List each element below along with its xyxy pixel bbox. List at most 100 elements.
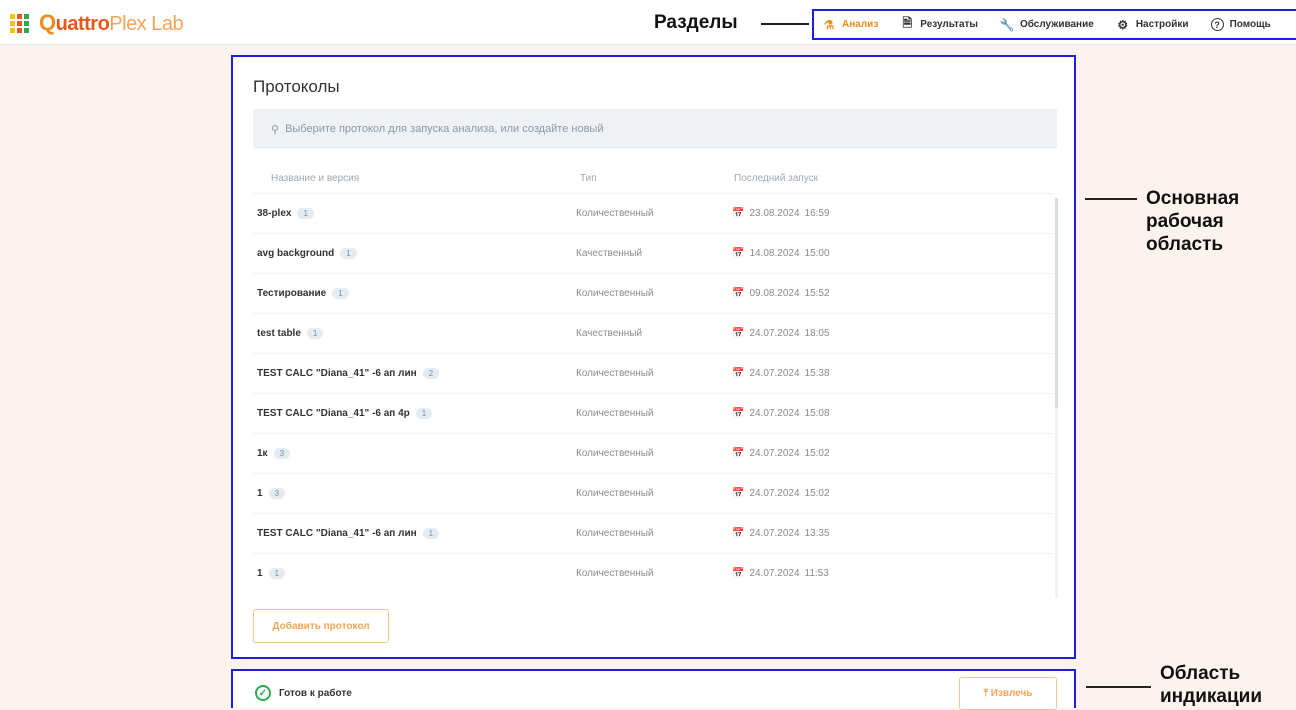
flask-icon: ⚗ bbox=[823, 17, 835, 32]
protocol-name: avg background bbox=[257, 248, 335, 259]
protocol-name: TEST CALC "Diana_41" -6 ап лин bbox=[257, 528, 417, 539]
version-badge: 3 bbox=[273, 448, 291, 459]
annotation-workspace-line1: Основная bbox=[1146, 188, 1240, 209]
column-header-name: Название и версия bbox=[271, 173, 360, 184]
nav-item-label: Настройки bbox=[1135, 19, 1189, 30]
check-circle-icon: ✓ bbox=[255, 685, 271, 701]
logo-grid-cell bbox=[10, 27, 15, 33]
version-badge: 1 bbox=[306, 328, 324, 339]
protocol-name-cell: 13 bbox=[257, 488, 286, 499]
annotation-sections: Разделы bbox=[654, 12, 738, 33]
last-run-time: 15:52 bbox=[804, 288, 830, 299]
protocol-name: 38-plex bbox=[257, 208, 292, 219]
nav-item-label: Результаты bbox=[920, 19, 978, 30]
annotation-indication-line2: индикации bbox=[1160, 686, 1263, 707]
table-row[interactable]: TEST CALC "Diana_41" -6 ап лин 2 Количеств… bbox=[253, 353, 1053, 394]
protocol-name-cell: Тестирование 1 bbox=[257, 288, 349, 299]
table-row[interactable]: Тестирование 1 Количественный 📅 09.08.2024 15… bbox=[253, 273, 1053, 314]
protocol-type: Количественный bbox=[576, 208, 654, 219]
hint-text: Выберите протокол для запуска анализа, и… bbox=[285, 123, 604, 135]
annotation-indication: Область индикации bbox=[1160, 662, 1262, 708]
protocol-name-cell: 11 bbox=[257, 568, 286, 579]
logo-text: QuattroPlex Lab bbox=[39, 10, 184, 35]
version-badge: 3 bbox=[268, 488, 286, 499]
annotation-indication-line1: Область bbox=[1160, 663, 1241, 684]
logo-grid-cell bbox=[10, 13, 15, 19]
table-row[interactable]: avg background 1 Качественный 📅 14.08.2024 15… bbox=[253, 233, 1053, 274]
table-row[interactable]: TEST CALC "Diana_41" -6 ап лин 1 Количеств… bbox=[253, 513, 1053, 554]
status-panel: ✓ Готов к работе ⤒ Извлечь bbox=[231, 669, 1076, 710]
nav-item-3[interactable]: ⚙ Настройки bbox=[1116, 18, 1189, 32]
protocol-name-cell: TEST CALC "Diana_41" -6 ап лин 1 bbox=[257, 528, 440, 539]
last-run-time: 16:59 bbox=[804, 208, 830, 219]
last-run-cell: 📅 24.07.2024 15:02 bbox=[732, 448, 830, 459]
last-run-cell: 📅 09.08.2024 15:52 bbox=[732, 288, 830, 299]
protocol-type: Количественный bbox=[576, 528, 654, 539]
logo-grid-cell bbox=[24, 13, 29, 19]
annotation-sections-line bbox=[761, 23, 809, 25]
scrollbar-thumb[interactable] bbox=[1055, 198, 1058, 408]
add-protocol-button[interactable]: Добавить протокол bbox=[253, 609, 389, 643]
table-row[interactable]: 1к 3 Количественный 📅 24.07.2024 15:02 bbox=[253, 433, 1053, 474]
protocol-name: TEST CALC "Diana_41" -6 ап лин bbox=[257, 368, 417, 379]
protocol-type: Количественный bbox=[576, 408, 654, 419]
annotation-workspace: Основная рабочая область bbox=[1146, 187, 1239, 256]
nav-item-0[interactable]: ⚗ Анализ bbox=[822, 17, 879, 32]
protocol-type: Количественный bbox=[576, 448, 654, 459]
calendar-icon: 📅 bbox=[732, 408, 745, 419]
logo-grid-cell bbox=[24, 27, 29, 33]
logo-grid-cell bbox=[17, 27, 22, 33]
last-run-time: 15:08 bbox=[804, 408, 830, 419]
calendar-icon: 📅 bbox=[732, 248, 745, 259]
last-run-cell: 📅 24.07.2024 15:38 bbox=[732, 368, 830, 379]
last-run-date: 24.07.2024 bbox=[749, 528, 800, 539]
logo-grid-icon bbox=[10, 13, 29, 33]
lightbulb-icon: ⚲ bbox=[271, 123, 280, 136]
app-logo[interactable]: QuattroPlex Lab bbox=[10, 10, 184, 36]
eject-icon: ⤒ bbox=[983, 688, 988, 699]
eject-button[interactable]: ⤒ Извлечь bbox=[959, 677, 1057, 710]
calendar-icon: 📅 bbox=[732, 568, 745, 579]
last-run-cell: 📅 24.07.2024 15:08 bbox=[732, 408, 830, 419]
logo-grid-cell bbox=[24, 20, 29, 26]
protocol-name: test table bbox=[257, 328, 301, 339]
version-badge: 1 bbox=[415, 408, 433, 419]
table-row[interactable]: 38-plex 1 Количественный 📅 23.08.2024 16:59 bbox=[253, 193, 1053, 234]
calendar-icon: 📅 bbox=[732, 208, 745, 219]
last-run-time: 15:02 bbox=[804, 488, 830, 499]
table-row[interactable]: 1 3 Количественный 📅 24.07.2024 15:02 bbox=[253, 473, 1053, 514]
last-run-date: 24.07.2024 bbox=[749, 448, 800, 459]
last-run-cell: 📅 24.07.2024 11:53 bbox=[732, 568, 829, 579]
protocol-name-cell: TEST CALC "Diana_41" -6 ап лин 2 bbox=[257, 368, 440, 379]
last-run-date: 24.07.2024 bbox=[749, 568, 800, 579]
last-run-time: 18:05 bbox=[804, 328, 830, 339]
annotation-indication-line bbox=[1086, 686, 1151, 688]
last-run-date: 23.08.2024 bbox=[749, 208, 800, 219]
last-run-date: 24.07.2024 bbox=[749, 488, 800, 499]
calendar-icon: 📅 bbox=[732, 488, 745, 499]
logo-grid-cell bbox=[10, 20, 15, 26]
table-row[interactable]: test table 1 Качественный 📅 24.07.2024 18:05 bbox=[253, 313, 1053, 354]
table-row[interactable]: TEST CALC "Diana_41" -6 ап 4р 1 Количестве… bbox=[253, 393, 1053, 434]
version-badge: 2 bbox=[422, 368, 440, 379]
table-row[interactable]: 1 1 Количественный 📅 24.07.2024 11:53 bbox=[253, 553, 1053, 593]
main-nav: ⚗ Анализ 🗎 Результаты 🔧 Обслуживание ⚙ Настройк… bbox=[812, 9, 1296, 40]
protocol-name: TEST CALC "Diana_41" -6 ап 4р bbox=[257, 408, 410, 419]
calendar-icon: 📅 bbox=[732, 288, 745, 299]
last-run-cell: 📅 24.07.2024 13:35 bbox=[732, 528, 830, 539]
nav-item-4[interactable]: ? Помощь bbox=[1210, 18, 1271, 31]
document-icon: 🗎 bbox=[902, 16, 913, 30]
nav-item-1[interactable]: 🗎 Результаты bbox=[900, 16, 978, 32]
last-run-date: 14.08.2024 bbox=[749, 248, 800, 259]
last-run-date: 09.08.2024 bbox=[749, 288, 800, 299]
protocol-type: Качественный bbox=[576, 248, 643, 259]
protocol-name: 1 bbox=[257, 488, 263, 499]
protocol-name: 1к bbox=[257, 448, 268, 459]
nav-item-2[interactable]: 🔧 Обслуживание bbox=[999, 18, 1093, 32]
version-badge: 1 bbox=[332, 288, 349, 299]
annotation-workspace-line bbox=[1085, 198, 1137, 200]
last-run-time: 13:35 bbox=[804, 528, 830, 539]
table-header: Название и версия Тип Последний запуск bbox=[253, 167, 1057, 193]
version-badge: 1 bbox=[340, 248, 357, 259]
protocol-name-cell: test table 1 bbox=[257, 328, 324, 339]
